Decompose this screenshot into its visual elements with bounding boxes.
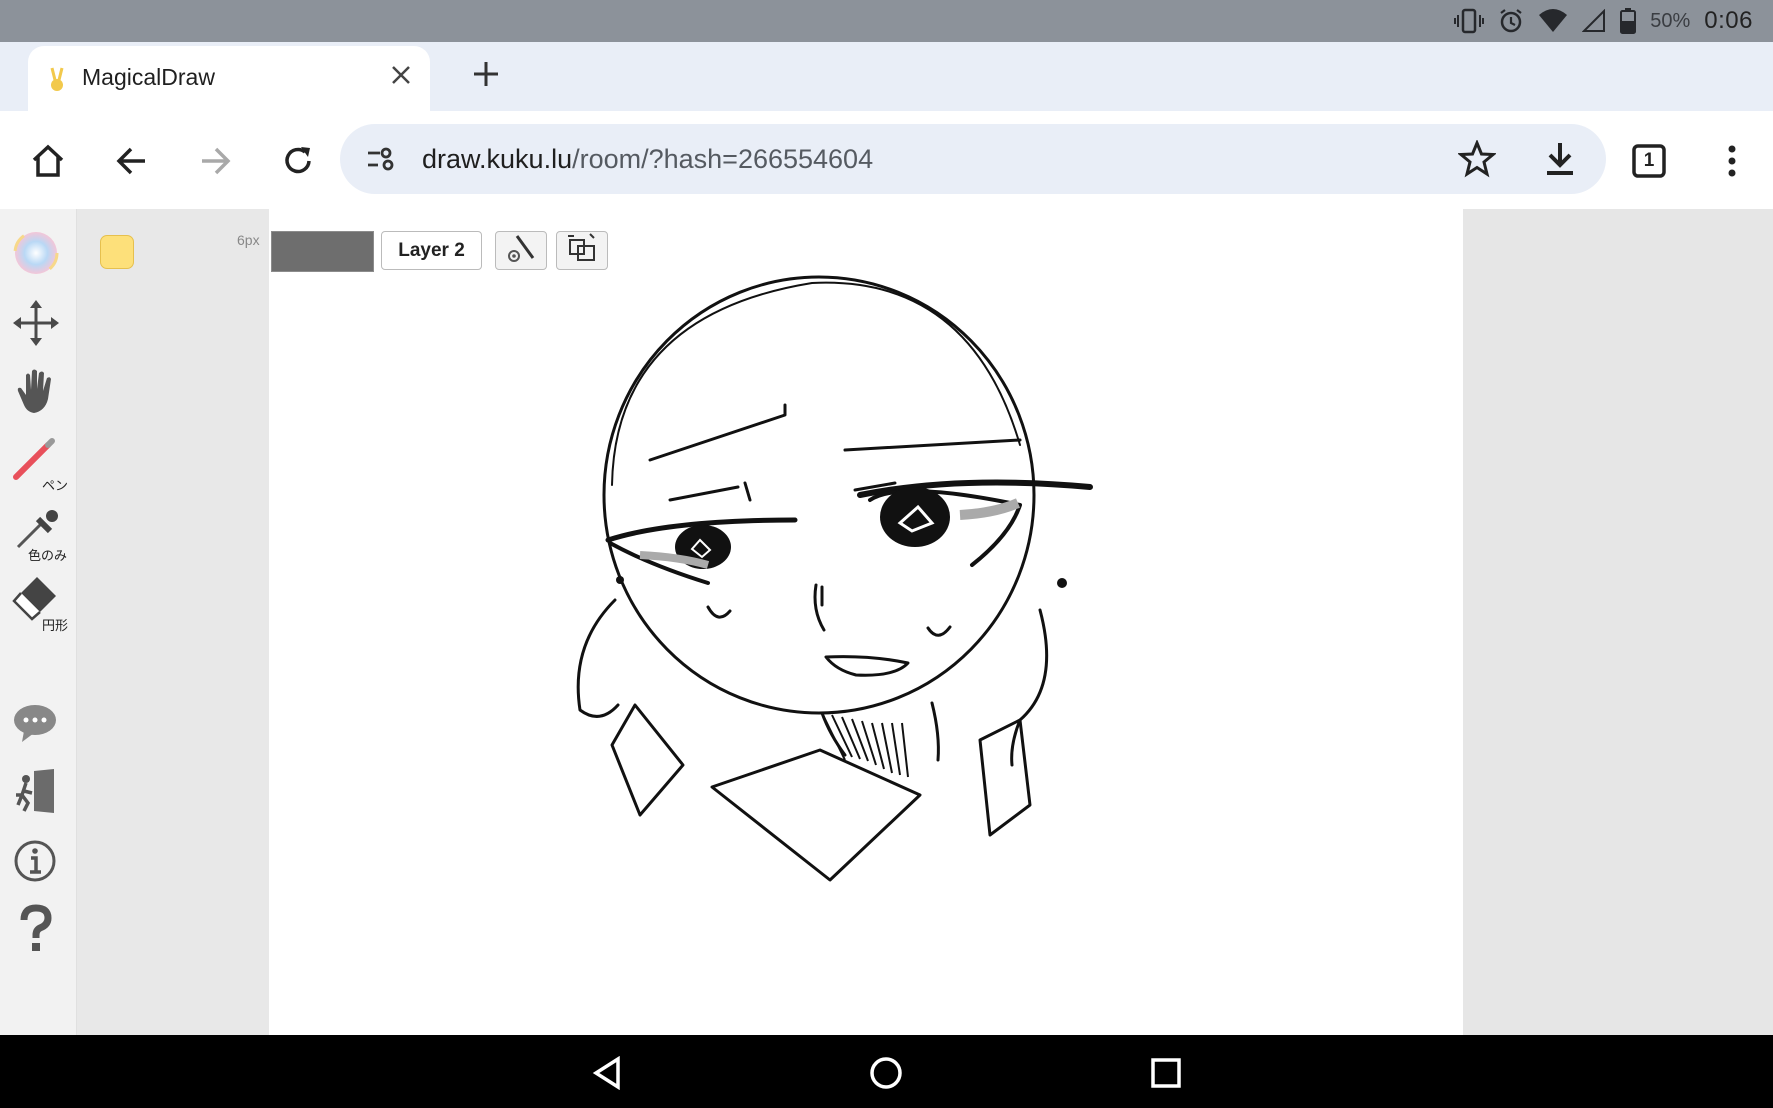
layer-button[interactable]: Layer 2	[381, 231, 482, 270]
star-icon[interactable]	[1457, 139, 1497, 183]
navigation-bar	[0, 1035, 1773, 1108]
url-path: /room/?hash=266554604	[572, 144, 874, 174]
brush-settings-icon	[503, 232, 539, 269]
eraser-label: 円形	[42, 618, 69, 633]
eyedropper-label: 色のみ	[28, 548, 68, 563]
chat-icon[interactable]	[10, 697, 66, 753]
plus-icon[interactable]	[470, 58, 502, 95]
info-icon[interactable]	[10, 835, 66, 891]
battery-percent: 50%	[1650, 9, 1691, 32]
reload-icon[interactable]	[278, 141, 318, 181]
browser-tab[interactable]: MagicalDraw	[28, 46, 430, 111]
url-text[interactable]: draw.kuku.lu/room/?hash=266554604	[422, 144, 873, 175]
omnibox[interactable]: draw.kuku.lu/room/?hash=266554604	[340, 124, 1606, 194]
tab-close-icon[interactable]	[390, 64, 412, 91]
back-icon[interactable]	[112, 141, 152, 181]
color-wheel-icon[interactable]	[10, 227, 66, 283]
palette-area	[76, 209, 269, 1035]
bunny-favicon-icon	[48, 66, 66, 97]
vibrate-icon	[1454, 8, 1485, 34]
clock: 0:06	[1704, 7, 1753, 34]
right-margin	[1463, 209, 1773, 1035]
nav-recents-icon[interactable]	[1146, 1053, 1186, 1093]
more-icon[interactable]	[1712, 141, 1752, 181]
tab-count: 1	[1643, 150, 1655, 171]
tabs-icon[interactable]: 1	[1628, 141, 1670, 181]
download-icon[interactable]	[1542, 140, 1578, 183]
current-color-swatch[interactable]	[100, 235, 134, 269]
home-icon[interactable]	[28, 141, 68, 181]
status-icons: 50% 0:06	[1454, 0, 1753, 42]
layer-color-button[interactable]	[271, 231, 374, 272]
battery-icon	[1620, 8, 1637, 34]
pen-label: ペン	[42, 478, 69, 493]
forward-icon[interactable]	[195, 141, 235, 181]
browser-toolbar: draw.kuku.lu/room/?hash=266554604 1	[0, 111, 1773, 209]
site-settings-icon[interactable]	[366, 144, 396, 179]
tab-strip: MagicalDraw	[0, 42, 1773, 111]
alarm-icon	[1498, 8, 1524, 34]
url-host: draw.kuku.lu	[422, 144, 573, 174]
help-icon[interactable]	[10, 903, 66, 959]
character-sketch	[576, 275, 1093, 882]
hand-icon[interactable]	[10, 365, 66, 421]
exit-icon[interactable]	[10, 765, 66, 821]
status-bar: 50% 0:06	[0, 0, 1773, 42]
wifi-icon	[1538, 9, 1568, 33]
transform-icon	[564, 232, 600, 269]
brush-size-label: 6px	[237, 232, 260, 248]
tool-sidebar: ペン 色のみ 円形	[0, 209, 77, 1035]
nav-home-icon[interactable]	[866, 1053, 906, 1093]
signal-icon	[1582, 9, 1606, 33]
nav-back-icon[interactable]	[588, 1053, 628, 1093]
tab-title: MagicalDraw	[82, 64, 215, 90]
move-icon[interactable]	[10, 297, 66, 353]
